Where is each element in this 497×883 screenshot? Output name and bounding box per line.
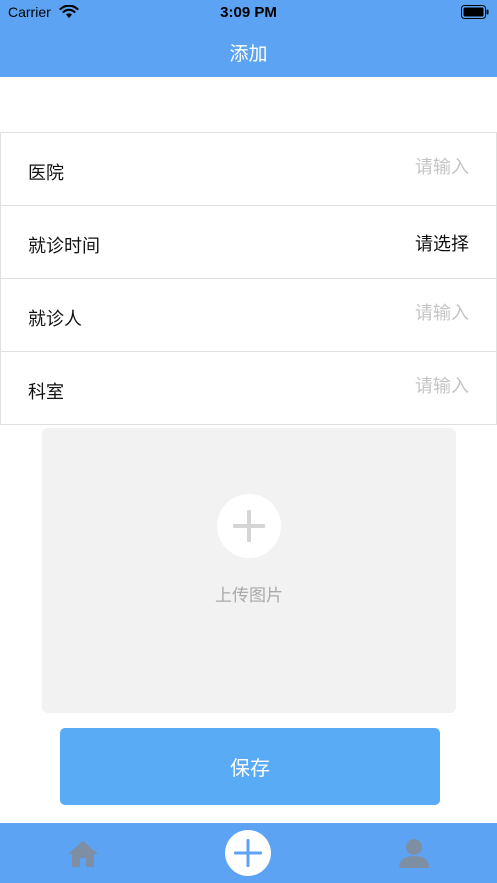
plus-icon [234, 839, 262, 867]
visit-time-label: 就诊时间 [28, 236, 100, 257]
department-input[interactable] [269, 376, 469, 397]
department-label: 科室 [28, 382, 64, 403]
user-icon[interactable] [397, 837, 431, 869]
form-row-patient[interactable]: 就诊人 [0, 279, 497, 352]
upload-image-area[interactable]: 上传图片 [42, 428, 456, 713]
battery-icon [461, 5, 489, 19]
navigation-bar: 添加 [0, 26, 497, 77]
page-title: 添加 [229, 43, 268, 65]
patient-input[interactable] [269, 303, 469, 324]
hospital-input[interactable] [269, 157, 469, 178]
home-icon[interactable] [66, 839, 100, 869]
visit-time-select[interactable]: 请选择 [269, 230, 469, 256]
tab-bar [0, 823, 497, 883]
patient-label: 就诊人 [28, 309, 82, 330]
form-row-visit-time[interactable]: 就诊时间 请选择 [0, 206, 497, 279]
plus-icon [233, 510, 265, 542]
form-row-hospital[interactable]: 医院 [0, 133, 497, 206]
hospital-label: 医院 [28, 163, 64, 184]
save-button[interactable]: 保存 [60, 728, 440, 805]
tab-add-button[interactable] [225, 830, 271, 876]
form: 医院 就诊时间 请选择 就诊人 科室 [0, 132, 497, 425]
upload-image-label: 上传图片 [215, 586, 283, 606]
form-row-department[interactable]: 科室 [0, 352, 497, 425]
status-bar: Carrier 3:09 PM [0, 0, 497, 26]
status-time: 3:09 PM [220, 4, 277, 21]
upload-add-button[interactable] [217, 494, 281, 558]
